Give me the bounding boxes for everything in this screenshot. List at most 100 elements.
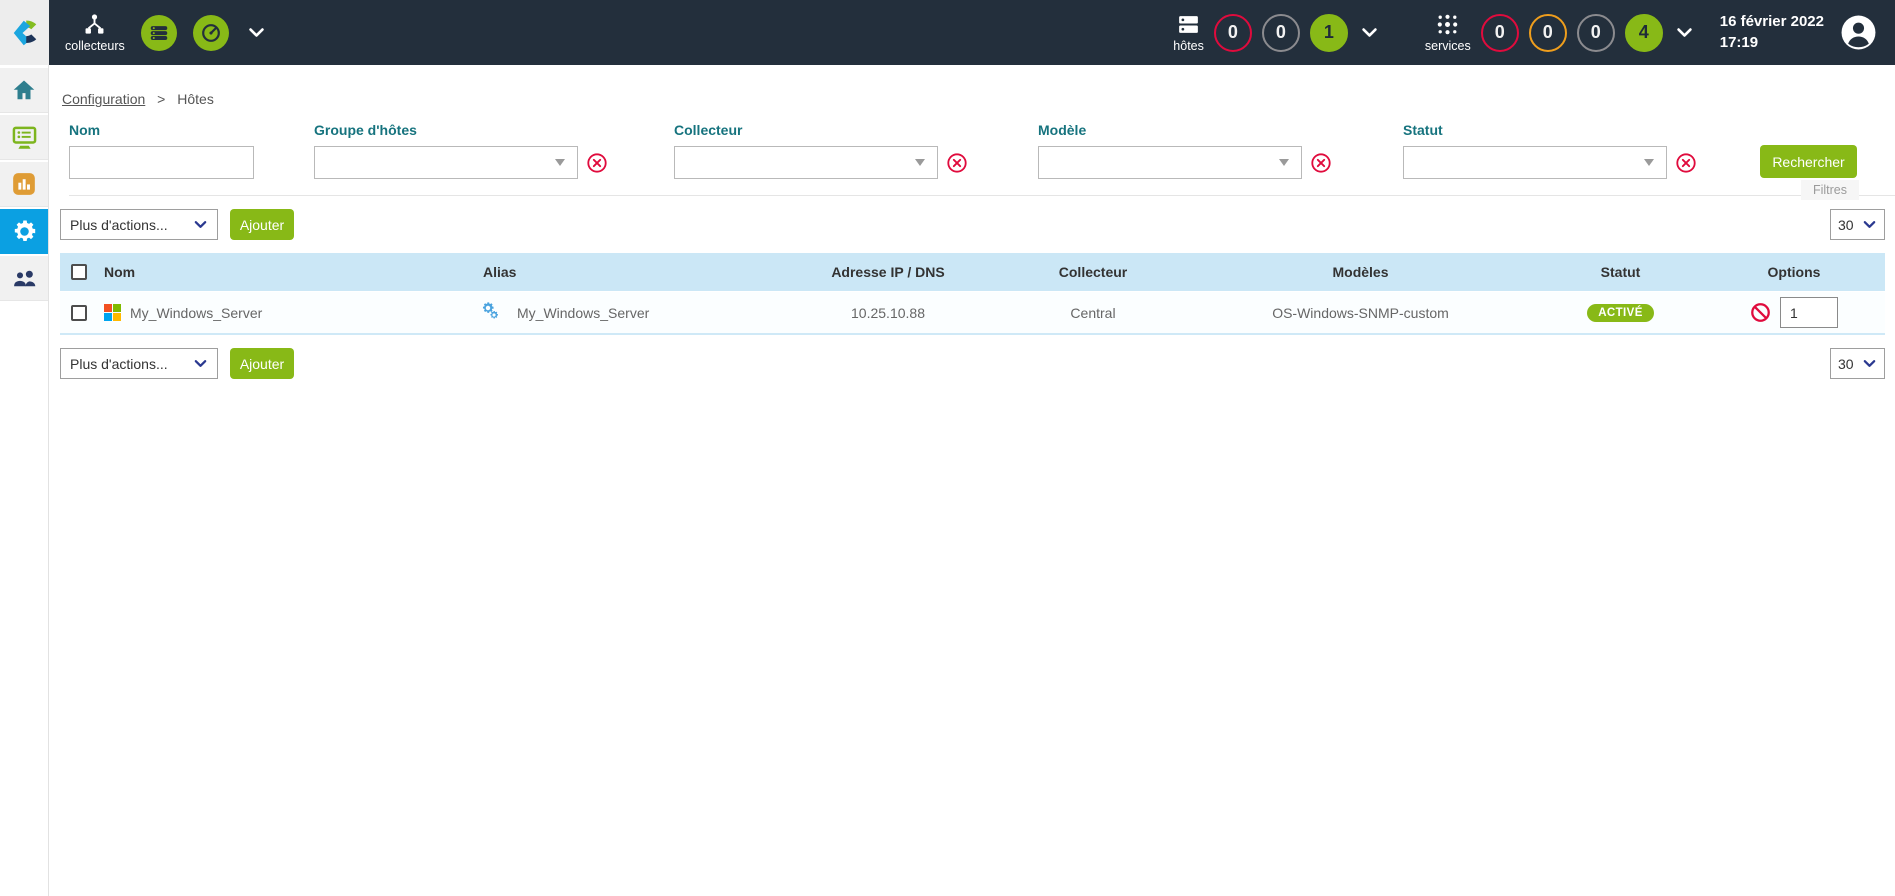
- status-badge: ACTIVÉ: [1587, 304, 1654, 322]
- hosts-up-counter[interactable]: 1: [1310, 14, 1348, 52]
- hostgroup-clear-button[interactable]: [586, 152, 608, 174]
- template-filter-select[interactable]: [1038, 146, 1302, 179]
- header-collector[interactable]: Collecteur: [1003, 264, 1183, 280]
- breadcrumb-current: Hôtes: [177, 91, 214, 107]
- collector-filter-select[interactable]: [674, 146, 938, 179]
- header-ip[interactable]: Adresse IP / DNS: [773, 264, 1003, 280]
- duplicate-count-input[interactable]: [1780, 297, 1838, 328]
- host-gears-icon: [481, 301, 504, 324]
- centreon-logo-icon: [10, 18, 40, 48]
- sidebar: [0, 65, 49, 896]
- top-header: collecteurs: [0, 0, 1895, 65]
- chevron-down-icon: [1360, 23, 1379, 42]
- host-name-link[interactable]: My_Windows_Server: [130, 305, 262, 321]
- header-status[interactable]: Statut: [1538, 264, 1703, 280]
- configuration-gear-icon: [11, 218, 38, 245]
- services-expand-button[interactable]: [1675, 23, 1694, 42]
- filter-status: Statut: [1403, 122, 1697, 179]
- windows-logo-icon: [104, 304, 121, 321]
- hosts-down-counter[interactable]: 0: [1214, 14, 1252, 52]
- add-button[interactable]: Ajouter: [230, 209, 294, 240]
- filter-template-label: Modèle: [1038, 122, 1332, 138]
- pollers-expand-button[interactable]: [247, 23, 266, 42]
- select-chevron-icon: [1862, 356, 1877, 371]
- reporting-chart-icon: [11, 171, 37, 197]
- collector-clear-button[interactable]: [946, 152, 968, 174]
- header-templates[interactable]: Modèles: [1183, 264, 1538, 280]
- host-templates: OS-Windows-SNMP-custom: [1183, 305, 1538, 321]
- filter-collector-label: Collecteur: [674, 122, 968, 138]
- page-size-select-bottom[interactable]: 30: [1830, 348, 1885, 379]
- dropdown-triangle-icon: [1644, 159, 1654, 166]
- hosts-unreachable-counter[interactable]: 0: [1262, 14, 1300, 52]
- header-name[interactable]: Nom: [104, 264, 135, 280]
- chevron-down-icon: [247, 23, 266, 42]
- dropdown-triangle-icon: [1279, 159, 1289, 166]
- clear-circle-icon: [586, 152, 608, 174]
- filter-status-label: Statut: [1403, 122, 1697, 138]
- filters-panel: Nom Groupe d'hôtes: [49, 107, 1895, 196]
- breadcrumb: Configuration > Hôtes: [49, 65, 1895, 107]
- filters-tab[interactable]: Filtres: [1801, 180, 1859, 200]
- sidebar-item-reporting[interactable]: [0, 162, 48, 207]
- page-size-value: 30: [1838, 356, 1854, 372]
- services-status-menu[interactable]: services: [1425, 12, 1471, 53]
- host-ip: 10.25.10.88: [773, 305, 1003, 321]
- dropdown-triangle-icon: [915, 159, 925, 166]
- user-menu[interactable]: [1840, 14, 1877, 51]
- select-all-checkbox[interactable]: [71, 264, 87, 280]
- clock: 16 février 2022 17:19: [1720, 12, 1824, 53]
- current-time: 17:19: [1720, 33, 1824, 53]
- services-critical-counter[interactable]: 0: [1481, 14, 1519, 52]
- services-warning-count: 0: [1543, 22, 1553, 43]
- host-collector: Central: [1003, 305, 1183, 321]
- header-alias[interactable]: Alias: [483, 264, 516, 280]
- services-critical-count: 0: [1495, 22, 1505, 43]
- disable-host-button[interactable]: [1750, 302, 1771, 323]
- topbar-left-nav: collecteurs: [49, 12, 266, 53]
- template-clear-button[interactable]: [1310, 152, 1332, 174]
- filter-name-label: Nom: [69, 122, 254, 138]
- pollers-menu[interactable]: collecteurs: [65, 12, 125, 53]
- main-content: Configuration > Hôtes Nom Groupe d'hôtes: [49, 65, 1895, 896]
- more-actions-label: Plus d'actions...: [70, 217, 168, 233]
- breadcrumb-configuration[interactable]: Configuration: [62, 91, 145, 107]
- pollers-label: collecteurs: [65, 39, 125, 53]
- poller-list-icon: [148, 22, 170, 44]
- search-button[interactable]: Rechercher: [1760, 145, 1857, 178]
- status-clear-button[interactable]: [1675, 152, 1697, 174]
- pollers-icon: [82, 12, 107, 37]
- hosts-down-count: 0: [1228, 22, 1238, 43]
- hosts-expand-button[interactable]: [1360, 23, 1379, 42]
- services-unknown-counter[interactable]: 0: [1577, 14, 1615, 52]
- hostgroup-filter-select[interactable]: [314, 146, 578, 179]
- services-label: services: [1425, 39, 1471, 53]
- add-button-bottom[interactable]: Ajouter: [230, 348, 294, 379]
- name-filter-input[interactable]: [69, 146, 254, 179]
- sidebar-item-monitoring[interactable]: [0, 115, 48, 160]
- clear-circle-icon: [1675, 152, 1697, 174]
- current-date: 16 février 2022: [1720, 12, 1824, 32]
- sidebar-item-home[interactable]: [0, 68, 48, 113]
- poller-status-button[interactable]: [141, 15, 177, 51]
- sidebar-item-configuration[interactable]: [0, 209, 48, 254]
- filter-hostgroup-label: Groupe d'hôtes: [314, 122, 608, 138]
- row-checkbox[interactable]: [71, 305, 87, 321]
- clear-circle-icon: [946, 152, 968, 174]
- services-ok-counter[interactable]: 4: [1625, 14, 1663, 52]
- administration-users-icon: [11, 265, 38, 292]
- page-size-select[interactable]: 30: [1830, 209, 1885, 240]
- poller-latency-button[interactable]: [193, 15, 229, 51]
- status-filter-select[interactable]: [1403, 146, 1667, 179]
- more-actions-select-bottom[interactable]: Plus d'actions...: [60, 348, 218, 379]
- section-divider: [69, 195, 1895, 196]
- sidebar-item-administration[interactable]: [0, 256, 48, 301]
- services-warning-counter[interactable]: 0: [1529, 14, 1567, 52]
- centreon-logo[interactable]: [0, 0, 49, 65]
- hosts-status-menu[interactable]: hôtes: [1173, 12, 1204, 53]
- table-row: My_Windows_Server My_Windows_Server 10.2…: [60, 291, 1885, 335]
- disable-icon: [1750, 302, 1771, 323]
- services-icon: [1435, 12, 1460, 37]
- page-size-value: 30: [1838, 217, 1854, 233]
- more-actions-select[interactable]: Plus d'actions...: [60, 209, 218, 240]
